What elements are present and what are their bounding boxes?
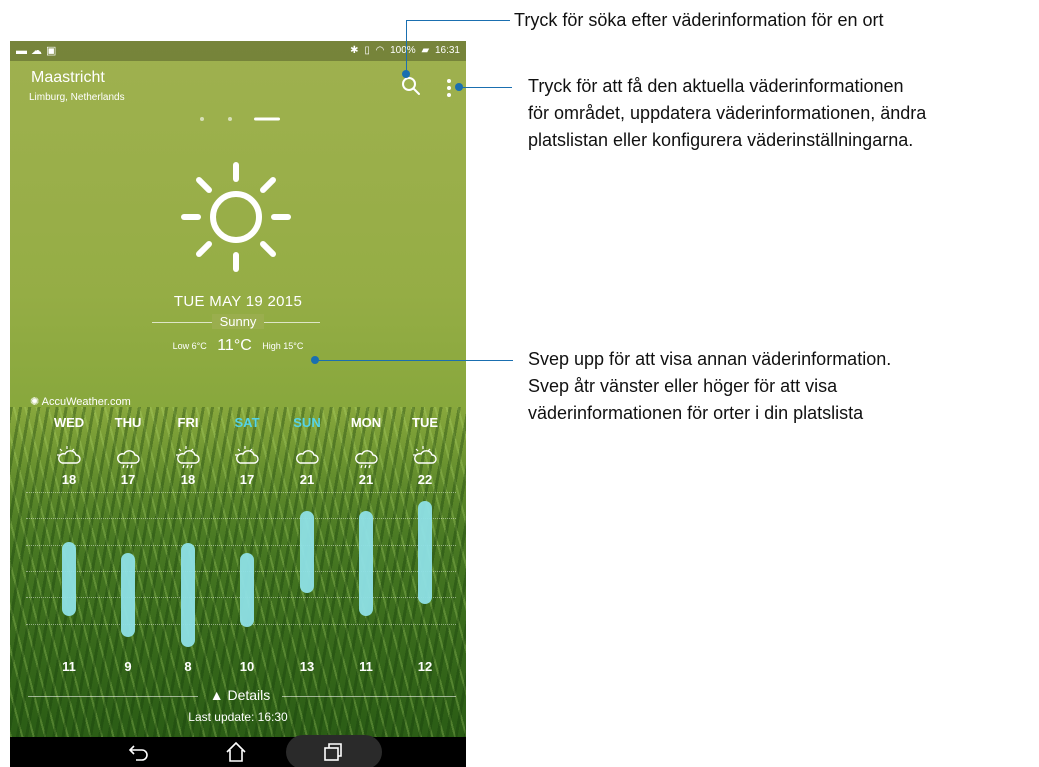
picture-icon: ▬ (16, 45, 31, 57)
sun-icon (181, 162, 291, 272)
swipe-leader (315, 360, 513, 361)
swipe-leader-dot (311, 356, 319, 364)
forecast-day-label: SAT (234, 415, 260, 430)
partly-cloudy-icon (413, 446, 437, 464)
current-date: TUE MAY 19 2015 (173, 293, 303, 310)
city-name[interactable]: Maastricht (31, 69, 105, 87)
battery-icon: ▰ (421, 45, 430, 56)
forecast-high-temp: 17 (239, 472, 255, 487)
search-icon[interactable] (400, 75, 422, 97)
forecast-day-label: TUE (412, 415, 438, 430)
more-options-icon[interactable] (444, 77, 454, 99)
bluetooth-icon: ✱ (350, 45, 359, 56)
triangle-up-icon: ▲ (209, 687, 224, 703)
details-button[interactable]: ▲ Details (198, 687, 282, 703)
sun-cloud-rain-icon (176, 446, 200, 469)
forecast-low-temp: 12 (417, 659, 433, 674)
cloud-icon (296, 450, 319, 464)
clock: 16:31 (434, 45, 460, 56)
callout-swipe: Svep upp för att visa annan väderinforma… (528, 349, 892, 423)
partly-cloudy-icon (235, 446, 259, 464)
page-dot (200, 117, 204, 121)
page-dot (228, 117, 232, 121)
rain-icon (355, 450, 378, 469)
forecast-temp-bar (181, 543, 195, 647)
callout-menu: Tryck för att få den aktuella väderinfor… (528, 76, 927, 150)
weather-app-screen[interactable]: ▬☁▣ ✱ ▯ ◠ 100% ▰ 16:31 Maastricht Limbur… (10, 41, 466, 767)
forecast-high-temp: 21 (358, 472, 374, 487)
menu-leader (458, 87, 512, 88)
home-icon[interactable] (224, 741, 248, 763)
forecast-temp-bar (418, 501, 432, 604)
forecast-low-temp: 13 (299, 659, 315, 674)
forecast-temp-bar (240, 553, 254, 627)
callout-search: Tryck för söka efter väderinformation fö… (514, 10, 884, 30)
high-temp: High 15°C (262, 341, 304, 351)
forecast-high-temp: 18 (180, 472, 196, 487)
forecast-low-temp: 9 (124, 659, 132, 674)
current-condition: Sunny (211, 314, 265, 329)
forecast-low-temp: 11 (62, 659, 76, 674)
forecast-low-temp: 8 (184, 659, 192, 674)
page-indicator (200, 117, 280, 121)
accuweather-icon: ✺ (30, 396, 40, 408)
wifi-icon: ◠ (375, 45, 385, 56)
forecast-day-label: SUN (293, 415, 321, 430)
forecast-day-label: MON (350, 415, 382, 430)
forecast-day-label: FRI (177, 415, 199, 430)
search-leader (406, 20, 510, 21)
provider-label[interactable]: ✺ AccuWeather.com (30, 395, 131, 408)
page-dot-active (254, 117, 280, 121)
forecast-day-label: THU (114, 415, 142, 430)
current-temps: Low 6°C 11°C High 15°C (10, 337, 466, 355)
forecast-temp-bar (121, 553, 135, 637)
chart-gridline (26, 518, 456, 519)
forecast-low-temp: 11 (359, 659, 373, 674)
last-update: Last update: 16:30 (188, 710, 288, 724)
search-leader-dot (402, 70, 410, 78)
navigation-bar (10, 735, 466, 767)
current-temp: 11°C (217, 337, 252, 354)
status-bar: ▬☁▣ ✱ ▯ ◠ 100% ▰ 16:31 (10, 41, 466, 61)
forecast-temp-bar (62, 542, 76, 616)
forecast-high-temp: 22 (417, 472, 433, 487)
forecast-high-temp: 21 (299, 472, 315, 487)
briefcase-icon: ▣ (46, 45, 61, 57)
chart-gridline (26, 492, 456, 493)
forecast-temp-bar (359, 511, 373, 616)
forecast-high-temp: 18 (61, 472, 77, 487)
notification-icons: ▬☁▣ (16, 44, 60, 57)
system-status: ✱ ▯ ◠ 100% ▰ 16:31 (347, 45, 460, 56)
details-divider (282, 696, 456, 697)
details-divider (28, 696, 198, 697)
rain-icon (117, 450, 140, 469)
chart-gridline (26, 545, 456, 546)
battery-percent: 100% (390, 45, 416, 56)
forecast-day-label: WED (53, 415, 85, 430)
forecast-temp-bar (300, 511, 314, 593)
forecast-low-temp: 10 (239, 659, 255, 674)
back-icon[interactable] (127, 741, 151, 763)
recent-apps-icon[interactable] (321, 741, 345, 763)
cloud-upload-icon: ☁ (31, 45, 46, 57)
menu-leader-dot (455, 83, 463, 91)
low-temp: Low 6°C (172, 341, 207, 351)
forecast-high-temp: 17 (120, 472, 136, 487)
region-name: Limburg, Netherlands (29, 92, 125, 103)
vibrate-icon: ▯ (364, 45, 370, 56)
partly-cloudy-icon (57, 446, 81, 464)
search-leader (406, 20, 407, 74)
